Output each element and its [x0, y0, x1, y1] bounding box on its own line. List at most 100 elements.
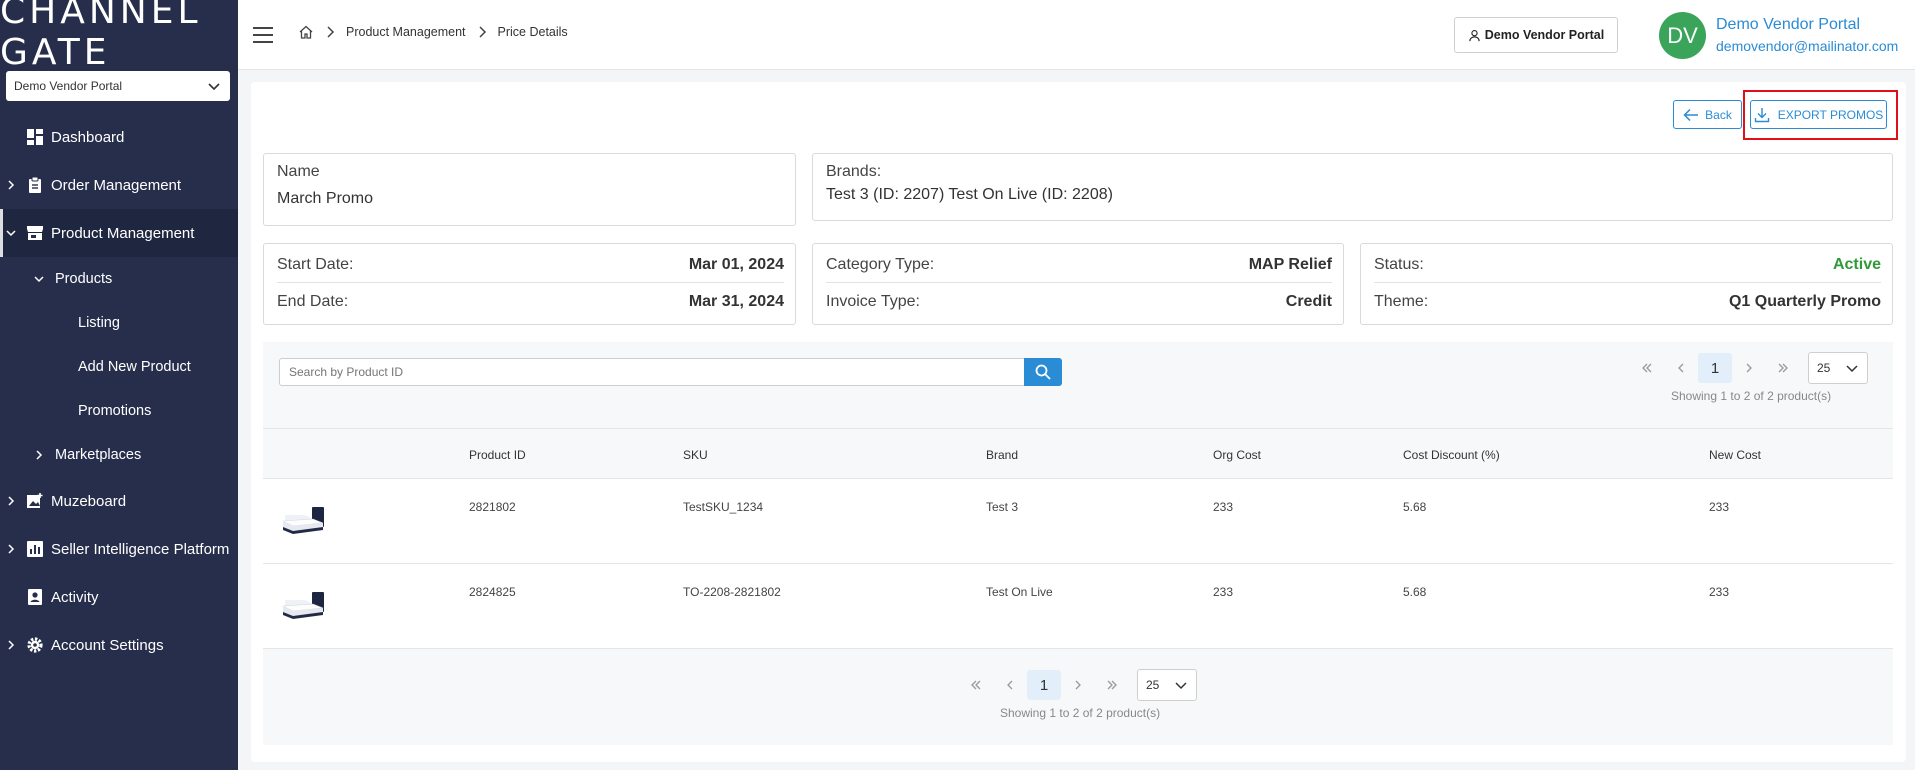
export-promos-button[interactable]: EXPORT PROMOS [1750, 100, 1887, 129]
double-chevron-right-icon [1107, 680, 1117, 690]
col-cost-discount[interactable]: Cost Discount (%) [1403, 448, 1500, 462]
status-badge: Active [1832, 255, 1881, 273]
last-page-button[interactable] [1095, 670, 1129, 700]
sidebar-item-listing[interactable]: Listing [0, 301, 238, 345]
invoice-type-label: Invoice Type: [826, 293, 920, 310]
cell-product-id: 2824825 [469, 585, 516, 599]
cell-sku: TO-2208-2821802 [683, 585, 781, 599]
current-page[interactable]: 1 [1027, 670, 1061, 700]
theme-label: Theme: [1374, 293, 1429, 310]
search-button[interactable] [1024, 358, 1062, 386]
dashboard-icon [27, 129, 43, 145]
home-icon[interactable] [298, 24, 314, 40]
sidebar-item-add-new-product[interactable]: Add New Product [0, 345, 238, 389]
sidebar-item-label: Order Management [51, 176, 182, 194]
col-product-id[interactable]: Product ID [469, 448, 526, 462]
sidebar: CHANNEL GATE Demo Vendor Portal Dashboar… [0, 0, 238, 770]
promo-name-box: Name March Promo [263, 153, 796, 226]
page-size-value: 25 [1817, 361, 1831, 375]
search-icon [1035, 364, 1051, 380]
sidebar-item-product-management[interactable]: Product Management [0, 209, 238, 257]
showing-count: Showing 1 to 2 of 2 product(s) [1671, 389, 1832, 403]
avatar[interactable]: DV [1659, 12, 1706, 59]
name-label: Name [277, 163, 320, 180]
end-date-label: End Date: [277, 293, 349, 310]
status-box: Status: Active Theme: Q1 Quarterly Promo [1360, 243, 1893, 325]
chevron-left-icon [1678, 363, 1684, 373]
chevron-right-icon [478, 26, 486, 38]
first-page-button[interactable] [1630, 353, 1664, 383]
col-brand[interactable]: Brand [986, 448, 1018, 462]
double-chevron-left-icon [1642, 363, 1652, 373]
chevron-down-icon [6, 230, 16, 237]
vendor-portal-button[interactable]: Demo Vendor Portal [1454, 17, 1618, 53]
gear-icon [27, 637, 43, 653]
pagination-bottom: 1 25 [959, 669, 1197, 701]
col-org-cost[interactable]: Org Cost [1213, 448, 1261, 462]
cell-new-cost: 233 [1709, 500, 1730, 514]
breadcrumb-price-details: Price Details [497, 25, 568, 39]
hamburger-menu-icon[interactable] [252, 24, 274, 46]
double-chevron-right-icon [1778, 363, 1788, 373]
sidebar-item-muzeboard[interactable]: Muzeboard [0, 477, 238, 525]
back-button[interactable]: Back [1673, 100, 1742, 129]
chevron-right-icon [8, 180, 15, 190]
product-image [281, 507, 324, 534]
next-page-button[interactable] [1732, 353, 1766, 383]
current-page[interactable]: 1 [1698, 353, 1732, 383]
chevron-right-icon [8, 640, 15, 650]
sidebar-item-label: Seller Intelligence Platform [51, 540, 230, 558]
type-box: Category Type: MAP Relief Invoice Type: Cr… [812, 243, 1344, 325]
sidebar-item-label: Product Management [51, 224, 195, 242]
table-row[interactable]: 2824825 TO-2208-2821802 Test On Live 233… [263, 564, 1893, 649]
sidebar-item-label: Products [55, 271, 113, 287]
theme-value: Q1 Quarterly Promo [1728, 293, 1881, 310]
next-page-button[interactable] [1061, 670, 1095, 700]
prev-page-button[interactable] [993, 670, 1027, 700]
sidebar-item-activity[interactable]: Activity [0, 573, 238, 621]
arrow-left-icon [1683, 108, 1699, 121]
showing-count: Showing 1 to 2 of 2 product(s) [1000, 706, 1161, 720]
user-badge-icon [28, 589, 42, 605]
cell-product-id: 2821802 [469, 500, 516, 514]
last-page-button[interactable] [1766, 353, 1800, 383]
vendor-select[interactable]: Demo Vendor Portal [6, 71, 230, 101]
search-input[interactable] [279, 358, 1025, 386]
table-row[interactable]: 2821802 TestSKU_1234 Test 3 233 5.68 233 [263, 479, 1893, 564]
chevron-down-icon [1846, 365, 1858, 373]
sidebar-item-seller-intelligence[interactable]: Seller Intelligence Platform [0, 525, 238, 573]
table-header: Product ID SKU Brand Org Cost Cost Disco… [263, 428, 1893, 479]
brands-value: Test 3 (ID: 2207) Test On Live (ID: 2208… [826, 186, 1113, 203]
breadcrumb-product-management[interactable]: Product Management [346, 25, 466, 39]
user-name: Demo Vendor Portal [1716, 16, 1861, 33]
chevron-right-icon [8, 544, 15, 554]
cell-brand: Test On Live [986, 585, 1053, 599]
vendor-portal-label: Demo Vendor Portal [1484, 28, 1605, 42]
breadcrumb: Product Management Price Details [298, 24, 568, 40]
prev-page-button[interactable] [1664, 353, 1698, 383]
cell-new-cost: 233 [1709, 585, 1730, 599]
col-sku[interactable]: SKU [683, 448, 708, 462]
sidebar-item-marketplaces[interactable]: Marketplaces [0, 433, 238, 477]
chevron-right-icon [8, 496, 15, 506]
sidebar-item-products[interactable]: Products [0, 257, 238, 301]
chevron-right-icon [327, 26, 335, 38]
page-size-select[interactable]: 25 [1137, 669, 1197, 701]
product-image [281, 592, 324, 619]
user-icon [1469, 29, 1480, 41]
image-add-icon [27, 493, 43, 508]
sidebar-item-label: Listing [78, 315, 120, 331]
col-new-cost[interactable]: New Cost [1709, 448, 1761, 462]
brands-label: Brands: [826, 163, 882, 180]
sidebar-item-promotions[interactable]: Promotions [0, 389, 238, 433]
first-page-button[interactable] [959, 670, 993, 700]
page-size-select[interactable]: 25 [1808, 352, 1868, 384]
back-label: Back [1705, 107, 1732, 122]
chevron-right-icon [1075, 680, 1081, 690]
sidebar-item-dashboard[interactable]: Dashboard [0, 113, 238, 161]
sidebar-item-account-settings[interactable]: Account Settings [0, 621, 238, 669]
cell-org-cost: 233 [1213, 500, 1234, 514]
sidebar-item-label: Add New Product [78, 359, 191, 375]
chevron-down-icon [208, 83, 220, 91]
sidebar-item-order-management[interactable]: Order Management [0, 161, 238, 209]
